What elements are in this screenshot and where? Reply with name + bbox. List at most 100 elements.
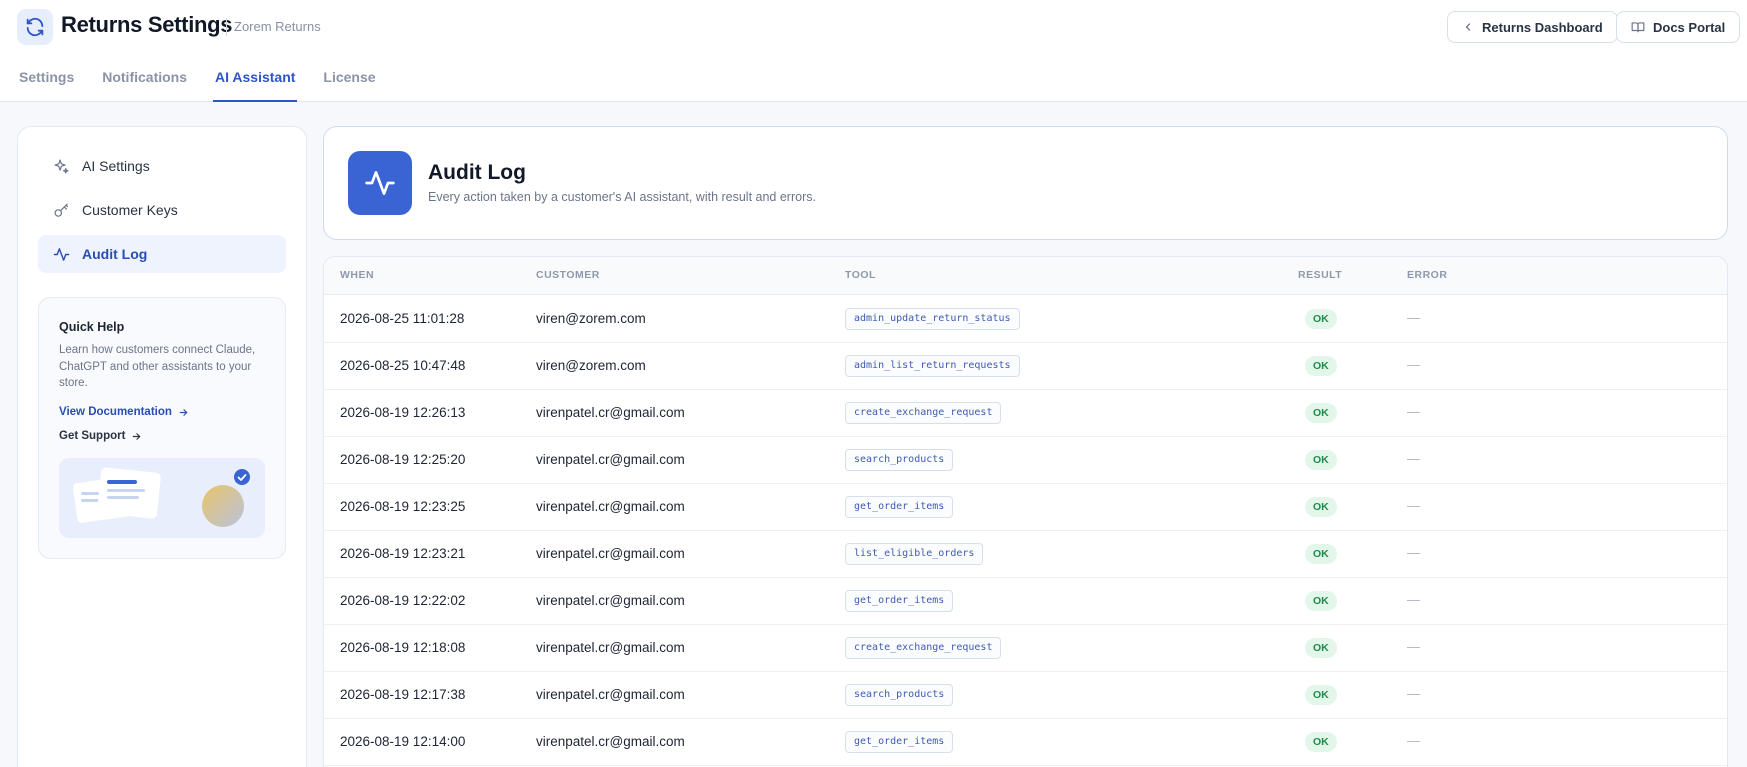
status-badge: OK — [1305, 309, 1337, 329]
cell-error: — — [1407, 310, 1420, 325]
cell-error: — — [1407, 639, 1420, 654]
status-badge: OK — [1305, 356, 1337, 376]
tool-chip: get_order_items — [845, 590, 954, 612]
app-header: Returns Settings Zorem Returns Returns D… — [0, 0, 1747, 102]
table-row: 2026-08-19 12:25:20 virenpatel.cr@gmail.c… — [324, 437, 1727, 484]
status-badge: OK — [1305, 685, 1337, 705]
table-row: 2026-08-19 12:22:02 virenpatel.cr@gmail.c… — [324, 578, 1727, 625]
sidebar-item-label: Audit Log — [82, 246, 148, 262]
section-subtitle: Every action taken by a customer's AI as… — [428, 190, 816, 204]
column-result: RESULT — [1298, 269, 1343, 281]
cell-error: — — [1407, 733, 1420, 748]
cell-customer: viren@zorem.com — [536, 358, 646, 373]
quick-help-text: Learn how customers connect Claude, Chat… — [59, 344, 256, 389]
status-badge: OK — [1305, 450, 1337, 470]
tab-settings[interactable]: Settings — [19, 56, 74, 102]
cell-when: 2026-08-19 12:14:00 — [340, 734, 466, 749]
cell-when: 2026-08-19 12:17:38 — [340, 687, 466, 702]
status-badge: OK — [1305, 638, 1337, 658]
cell-error: — — [1407, 545, 1420, 560]
tool-chip: search_products — [845, 449, 954, 471]
tool-chip: list_eligible_orders — [845, 543, 984, 565]
page-title: Returns Settings — [61, 12, 233, 37]
tool-chip: get_order_items — [845, 731, 954, 753]
cell-customer: virenpatel.cr@gmail.com — [536, 593, 685, 608]
get-support-label: Get Support — [59, 430, 126, 442]
table-row: 2026-08-19 12:23:21 virenpatel.cr@gmail.c… — [324, 531, 1727, 578]
tab-ai-assistant[interactable]: AI Assistant — [213, 56, 298, 102]
tab-notifications[interactable]: Notifications — [102, 56, 187, 102]
status-badge: OK — [1305, 732, 1337, 752]
cell-customer: virenpatel.cr@gmail.com — [536, 452, 685, 467]
column-customer: CUSTOMER — [536, 269, 600, 281]
sparkles-icon — [52, 157, 70, 175]
help-illustration — [59, 458, 265, 538]
cell-customer: virenpatel.cr@gmail.com — [536, 546, 685, 561]
sidebar-item-audit-log[interactable]: Audit Log — [38, 235, 286, 273]
cell-customer: virenpatel.cr@gmail.com — [536, 734, 685, 749]
table-row: 2026-08-19 12:18:08 virenpatel.cr@gmail.c… — [324, 625, 1727, 672]
quick-help-card: Quick Help Learn how customers connect C… — [38, 297, 286, 559]
book-icon — [1631, 22, 1645, 33]
cell-error: — — [1407, 404, 1420, 419]
cell-customer: virenpatel.cr@gmail.com — [536, 405, 685, 420]
cell-error: — — [1407, 451, 1420, 466]
cell-error: — — [1407, 686, 1420, 701]
docs-portal-button[interactable]: Docs Portal — [1616, 11, 1741, 43]
cell-customer: virenpatel.cr@gmail.com — [536, 687, 685, 702]
cell-when: 2026-08-19 12:23:25 — [340, 499, 466, 514]
tab-bar: Settings Notifications AI Assistant Lice… — [0, 56, 385, 102]
title-divider — [226, 18, 227, 36]
activity-icon — [52, 245, 70, 263]
cell-customer: virenpatel.cr@gmail.com — [536, 499, 685, 514]
cell-when: 2026-08-19 12:25:20 — [340, 452, 466, 467]
cell-customer: viren@zorem.com — [536, 311, 646, 326]
tool-chip: get_order_items — [845, 496, 954, 518]
docs-portal-label: Docs Portal — [1653, 19, 1726, 35]
tool-chip: search_products — [845, 684, 954, 706]
refresh-icon — [17, 9, 53, 45]
tool-chip: create_exchange_request — [845, 402, 1002, 424]
table-header: WHEN CUSTOMER TOOL RESULT ERROR — [324, 257, 1727, 295]
sidebar-item-ai-settings[interactable]: AI Settings — [38, 147, 286, 185]
tab-license[interactable]: License — [323, 56, 375, 102]
table-row: 2026-08-19 12:14:00 virenpatel.cr@gmail.c… — [324, 719, 1727, 766]
cell-when: 2026-08-19 12:22:02 — [340, 593, 466, 608]
table-row: 2026-08-19 12:26:13 virenpatel.cr@gmail.c… — [324, 390, 1727, 437]
returns-dashboard-button[interactable]: Returns Dashboard — [1447, 11, 1618, 43]
cell-customer: virenpatel.cr@gmail.com — [536, 640, 685, 655]
chevron-left-icon — [1465, 23, 1471, 31]
cell-when: 2026-08-19 12:26:13 — [340, 405, 466, 420]
tool-chip: admin_update_return_status — [845, 308, 1020, 330]
returns-dashboard-label: Returns Dashboard — [1482, 19, 1603, 35]
cell-when: 2026-08-19 12:23:21 — [340, 546, 466, 561]
sidebar-item-customer-keys[interactable]: Customer Keys — [38, 191, 286, 229]
get-support-link[interactable]: Get Support — [59, 430, 142, 442]
key-icon — [52, 201, 70, 219]
view-documentation-label: View Documentation — [59, 406, 172, 418]
cell-when: 2026-08-25 10:47:48 — [340, 358, 466, 373]
cell-error: — — [1407, 357, 1420, 372]
column-when: WHEN — [340, 269, 375, 281]
audit-log-table: WHEN CUSTOMER TOOL RESULT ERROR 2026-08-… — [323, 256, 1728, 767]
sidebar-item-label: Customer Keys — [82, 202, 178, 218]
table-row: 2026-08-19 12:17:38 virenpatel.cr@gmail.c… — [324, 672, 1727, 719]
cell-error: — — [1407, 498, 1420, 513]
audit-log-header-card: Audit Log Every action taken by a custom… — [323, 126, 1728, 240]
table-row: 2026-08-25 11:01:28 viren@zorem.com admin_… — [324, 296, 1727, 343]
sidebar: AI Settings Customer Keys Audit Log Quic… — [17, 126, 307, 767]
quick-help-title: Quick Help — [59, 320, 125, 334]
tool-chip: create_exchange_request — [845, 637, 1002, 659]
cell-when: 2026-08-19 12:18:08 — [340, 640, 466, 655]
cell-when: 2026-08-25 11:01:28 — [340, 311, 465, 326]
activity-icon — [348, 151, 412, 215]
status-badge: OK — [1305, 544, 1337, 564]
tool-chip: admin_list_return_requests — [845, 355, 1020, 377]
view-documentation-link[interactable]: View Documentation — [59, 406, 189, 418]
column-error: ERROR — [1407, 269, 1448, 281]
section-title: Audit Log — [428, 161, 526, 184]
table-row: 2026-08-25 10:47:48 viren@zorem.com admin_… — [324, 343, 1727, 390]
cell-error: — — [1407, 592, 1420, 607]
table-row: 2026-08-19 12:23:25 virenpatel.cr@gmail.c… — [324, 484, 1727, 531]
arrow-right-icon — [179, 408, 188, 416]
